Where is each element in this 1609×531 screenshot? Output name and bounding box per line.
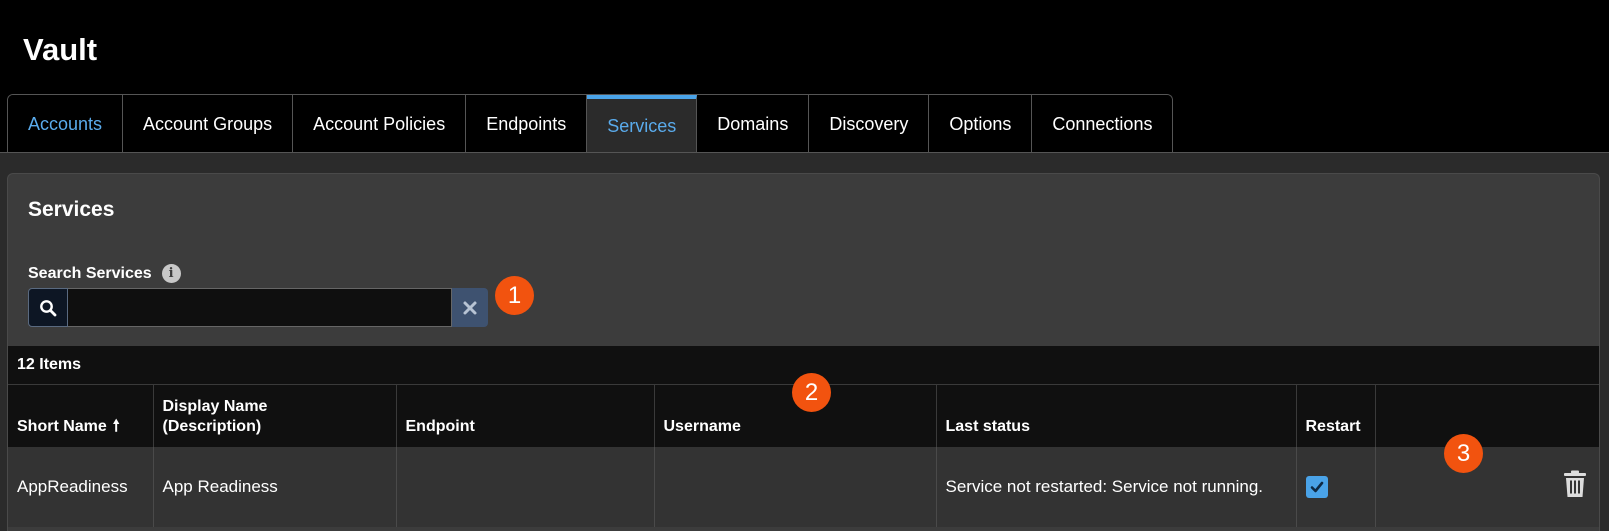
- cell-display-name: App Readiness: [153, 447, 397, 527]
- search-input[interactable]: [68, 288, 452, 327]
- annotation-marker-3: 3: [1444, 434, 1483, 473]
- main-tab-bar: Accounts Account Groups Account Policies…: [7, 94, 1174, 153]
- tab-options[interactable]: Options: [929, 95, 1033, 153]
- panel-title: Services: [28, 198, 115, 221]
- delete-button[interactable]: [1563, 470, 1587, 504]
- tab-connections[interactable]: Connections: [1032, 95, 1173, 153]
- app-title: Vault: [23, 32, 98, 67]
- restart-checkbox[interactable]: [1305, 476, 1328, 498]
- trash-icon: [1564, 470, 1586, 497]
- cell-last-status: Service not restarted: Service not runni…: [936, 447, 1297, 527]
- tab-services[interactable]: Services: [587, 95, 698, 153]
- column-header-actions: [1375, 385, 1599, 447]
- annotation-marker-2: 2: [792, 373, 831, 412]
- tab-account-groups[interactable]: Account Groups: [123, 95, 294, 153]
- table-row[interactable]: AppReadiness App Readiness Service not r…: [8, 447, 1599, 527]
- cell-restart: [1296, 447, 1376, 527]
- cell-username: [654, 447, 937, 527]
- close-icon: [463, 301, 477, 314]
- annotation-marker-1: 1: [495, 276, 534, 315]
- tab-accounts[interactable]: Accounts: [8, 95, 124, 153]
- tab-endpoints[interactable]: Endpoints: [466, 95, 588, 153]
- search-label-text: Search Services: [28, 264, 152, 282]
- column-header-restart[interactable]: Restart: [1296, 385, 1376, 447]
- tab-domains[interactable]: Domains: [697, 95, 810, 153]
- cell-endpoint: [396, 447, 655, 527]
- column-header-short-name[interactable]: Short Name 🠕: [8, 385, 154, 447]
- sort-ascending-icon: 🠕: [112, 418, 120, 435]
- column-header-display-name[interactable]: Display Name (Description): [153, 385, 397, 447]
- search-button[interactable]: [28, 288, 68, 327]
- cell-actions: [1375, 447, 1599, 527]
- info-icon[interactable]: i: [161, 264, 181, 283]
- services-panel: Services Search Services i 12 Items Shor…: [7, 173, 1600, 531]
- column-header-last-status[interactable]: Last status: [936, 385, 1297, 447]
- tab-account-policies[interactable]: Account Policies: [293, 95, 467, 153]
- clear-search-button[interactable]: [452, 288, 488, 327]
- search-icon: [40, 299, 57, 316]
- search-label: Search Services i: [28, 264, 181, 283]
- check-icon: [1310, 481, 1323, 493]
- main-content: Services Search Services i 12 Items Shor…: [0, 153, 1609, 531]
- cell-short-name: AppReadiness: [8, 447, 154, 527]
- search-box: [28, 288, 488, 327]
- tab-discovery[interactable]: Discovery: [809, 95, 930, 153]
- column-header-endpoint[interactable]: Endpoint: [396, 385, 655, 447]
